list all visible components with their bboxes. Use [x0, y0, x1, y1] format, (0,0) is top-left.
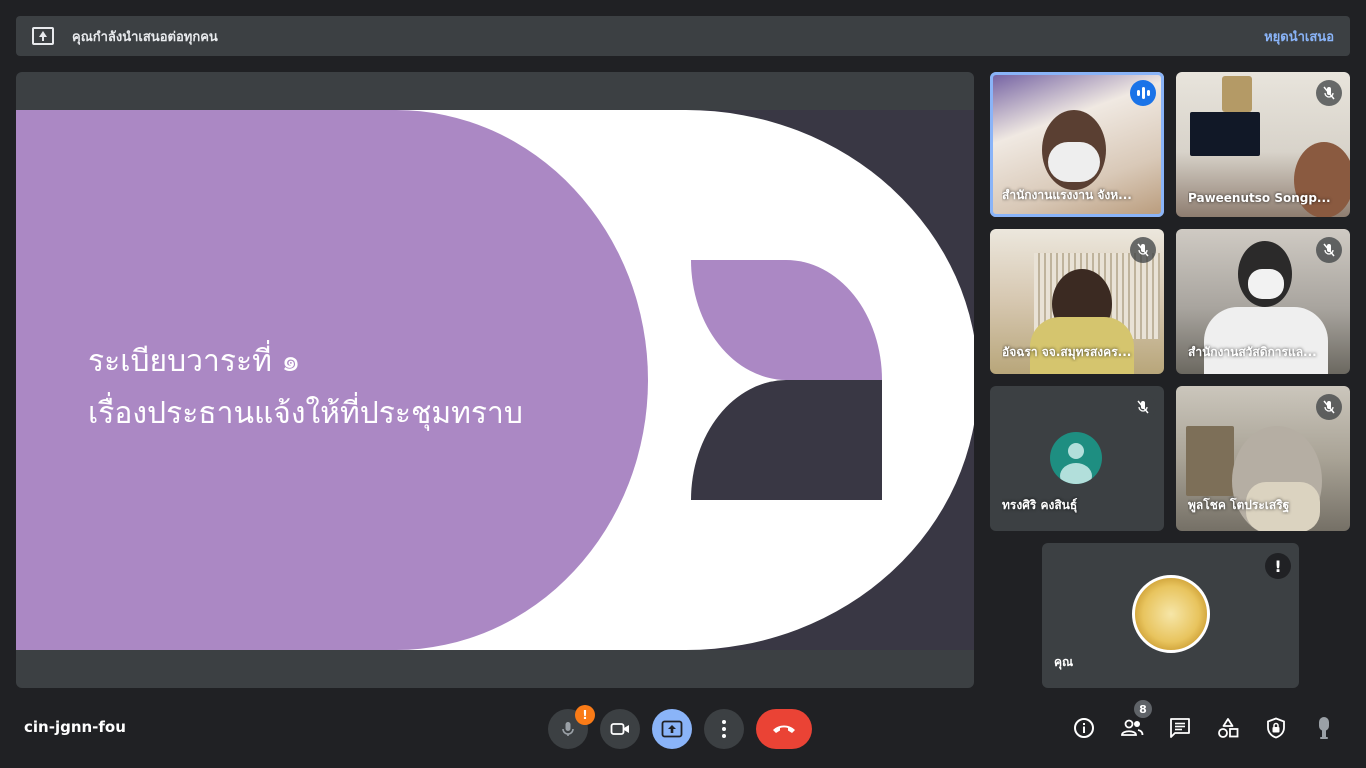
- mic-warning-badge: !: [575, 705, 595, 725]
- slide: ระเบียบวาระที่ ๑ เรื่องประธานแจ้งให้ที่ป…: [16, 110, 974, 650]
- organization-seal: [1132, 575, 1210, 653]
- present-screen-icon: [661, 720, 683, 738]
- slide-title: ระเบียบวาระที่ ๑ เรื่องประธานแจ้งให้ที่ป…: [88, 336, 523, 440]
- participant-name: ทรงศิริ คงสินธุ์: [1002, 498, 1078, 512]
- stop-presenting-button[interactable]: หยุดนำเสนอ: [1264, 26, 1334, 47]
- participant-tile[interactable]: พูลโชค โตประเสริฐ: [1176, 386, 1350, 531]
- hangup-icon: [773, 725, 795, 733]
- more-options-button[interactable]: [704, 709, 744, 749]
- people-count-badge: 8: [1134, 700, 1152, 718]
- people-icon: [1121, 719, 1144, 736]
- presenting-banner: คุณกำลังนำเสนอต่อทุกคน หยุดนำเสนอ: [16, 16, 1350, 56]
- mic-off-icon: [1130, 394, 1156, 420]
- meeting-details-button[interactable]: [1070, 714, 1098, 742]
- slide-title-line1: ระเบียบวาระที่ ๑: [88, 344, 301, 379]
- info-icon: [1074, 718, 1094, 738]
- participant-name: อัจฉรา จจ.สมุทรสงคร...: [1002, 345, 1132, 359]
- activities-button[interactable]: [1214, 714, 1242, 742]
- host-controls-button[interactable]: [1262, 714, 1290, 742]
- avatar: [1050, 432, 1102, 484]
- leave-call-button[interactable]: [756, 709, 812, 749]
- camera-icon: [610, 723, 629, 735]
- participant-tile[interactable]: อัจฉรา จจ.สมุทรสงคร...: [990, 229, 1164, 374]
- camera-button[interactable]: [600, 709, 640, 749]
- participant-name: Paweenutso Songp...: [1188, 191, 1331, 205]
- raise-hand-button[interactable]: [1310, 714, 1338, 742]
- participant-tile[interactable]: Paweenutso Songp...: [1176, 72, 1350, 217]
- mic-off-icon: [1316, 80, 1342, 106]
- slide-title-line2: เรื่องประธานแจ้งให้ที่ประชุมทราบ: [88, 396, 523, 431]
- presentation-stage: ระเบียบวาระที่ ๑ เรื่องประธานแจ้งให้ที่ป…: [16, 72, 974, 688]
- people-button[interactable]: [1118, 714, 1146, 742]
- chat-icon: [1170, 718, 1190, 738]
- participant-tile[interactable]: ทรงศิริ คงสินธุ์: [990, 386, 1164, 531]
- participant-name: สำนักงานแรงงาน จังห...: [1002, 188, 1132, 202]
- self-tile[interactable]: ! คุณ: [1042, 543, 1299, 688]
- host-controls-icon: [1267, 717, 1285, 739]
- mic-off-icon: [1316, 394, 1342, 420]
- participant-name: สำนักงานสวัสดิการแล...: [1188, 345, 1317, 359]
- participant-tile[interactable]: สำนักงานแรงงาน จังห...: [990, 72, 1164, 217]
- self-name: คุณ: [1054, 655, 1074, 669]
- mic-icon: [562, 722, 574, 736]
- mic-off-icon: [1316, 237, 1342, 263]
- alert-icon[interactable]: !: [1265, 553, 1291, 579]
- presenting-message: คุณกำลังนำเสนอต่อทุกคน: [72, 29, 218, 45]
- activities-icon: [1218, 718, 1239, 738]
- present-icon: [32, 27, 54, 45]
- participant-tile[interactable]: สำนักงานสวัสดิการแล...: [1176, 229, 1350, 374]
- more-icon: [722, 720, 726, 738]
- mic-off-icon: [1130, 237, 1156, 263]
- speaking-icon: [1130, 80, 1156, 106]
- chat-button[interactable]: [1166, 714, 1194, 742]
- meeting-code: cin-jgnn-fou: [24, 718, 126, 736]
- participant-name: พูลโชค โตประเสริฐ: [1188, 498, 1290, 512]
- hand-icon: [1319, 717, 1329, 739]
- present-screen-button[interactable]: [652, 709, 692, 749]
